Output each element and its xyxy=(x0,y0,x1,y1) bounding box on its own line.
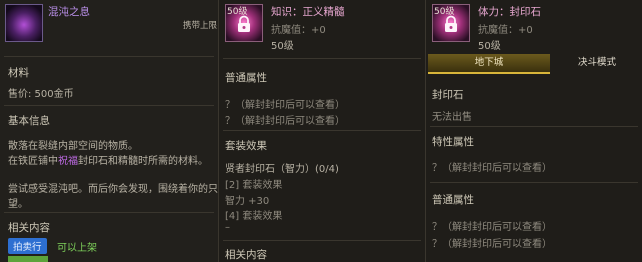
set-line: 贤者封印石（智力）(0/4) xyxy=(225,164,339,175)
sealed-item-icon: 50级 xyxy=(432,4,470,42)
set-line: [4] 套装效果 xyxy=(225,211,283,222)
item-tooltip-knowledge-essence: 50级 知识：正义精髓 抗魔值：+0 50级 普通属性 ？（解封封印后可以查看）… xyxy=(219,0,426,262)
resist-value: 抗魔值：+0 xyxy=(271,25,326,36)
special-attr-title: 特性属性 xyxy=(432,136,474,148)
highlight-text: 祝福 xyxy=(58,156,78,167)
desc-text: 在铁匠铺中 xyxy=(8,156,58,167)
desc-line-1: 散落在裂缝内部空间的物质。 xyxy=(8,141,138,152)
chaos-orb-icon xyxy=(5,4,43,42)
item-tooltip-stamina-seal-stone: 50级 体力：封印石 抗魔值：+0 50级 地下城 决斗模式 封印石 无法出售 … xyxy=(426,0,642,262)
related-title: 相关内容 xyxy=(225,249,267,261)
divider xyxy=(223,58,421,59)
desc-line-4: 望。 xyxy=(8,199,28,210)
set-line: 智力 +30 xyxy=(225,196,270,207)
sealed-item-icon: 50级 xyxy=(225,4,263,42)
auction-status: 可以上架 xyxy=(57,243,97,254)
set-line: [2] 套装效果 xyxy=(225,180,283,191)
normal-attr-title: 普通属性 xyxy=(432,194,474,206)
item-name: 知识：正义精髓 xyxy=(271,6,345,18)
divider xyxy=(223,130,421,131)
normal-attr-title: 普通属性 xyxy=(225,72,267,84)
divider xyxy=(223,240,421,241)
normal-attr-line: ？（解封封印后可以查看） xyxy=(432,239,552,250)
set-effect-title: 套装效果 xyxy=(225,140,267,152)
tab-duel-mode[interactable]: 决斗模式 xyxy=(554,54,640,72)
desc-line-2: 在铁匠铺中祝福封印石和精髓时所需的材料。 xyxy=(8,152,208,167)
resist-value: 抗魔值：+0 xyxy=(478,25,533,36)
special-attr-line: ？（解封封印后可以查看） xyxy=(432,163,552,174)
tab-dungeon[interactable]: 地下城 xyxy=(428,54,550,74)
divider xyxy=(430,182,638,183)
material-label: 材料 xyxy=(8,67,29,79)
auction-house-tag[interactable]: 拍卖行 xyxy=(8,238,47,254)
item-type-title: 封印石 xyxy=(432,89,464,101)
normal-attr-line: ？（解封封印后可以查看） xyxy=(432,222,552,233)
lock-icon xyxy=(238,15,250,32)
set-line: – xyxy=(225,222,230,233)
item-tooltip-chaos-breath: 混沌之息 携带上限: 材料 售价: 500金币 基本信息 散落在裂缝内部空间的物… xyxy=(0,0,219,262)
divider xyxy=(4,56,214,57)
carry-limit-label: 携带上限: xyxy=(183,21,219,31)
divider xyxy=(4,105,214,106)
divider xyxy=(430,126,638,127)
item-name: 混沌之息 xyxy=(48,6,90,18)
desc-line-3: 尝试感受混沌吧。而后你会发现，围绕着你的只有 xyxy=(8,184,219,195)
level-text: 50级 xyxy=(271,41,294,52)
normal-attr-line: ？（解封封印后可以查看） xyxy=(225,100,345,111)
lock-icon xyxy=(445,15,457,32)
price-text: 售价: 500金币 xyxy=(8,89,74,100)
tag-partial xyxy=(8,256,48,262)
basic-info-title: 基本信息 xyxy=(8,115,50,127)
divider xyxy=(4,212,214,213)
normal-attr-line: ？（解封封印后可以查看） xyxy=(225,116,345,127)
level-text: 50级 xyxy=(478,41,501,52)
item-type-desc: 无法出售 xyxy=(432,112,472,123)
desc-text: 封印石和精髓时所需的材料。 xyxy=(78,156,208,167)
mode-tabs: 地下城 决斗模式 xyxy=(426,54,642,74)
item-name: 体力：封印石 xyxy=(478,6,541,18)
related-title: 相关内容 xyxy=(8,222,50,234)
